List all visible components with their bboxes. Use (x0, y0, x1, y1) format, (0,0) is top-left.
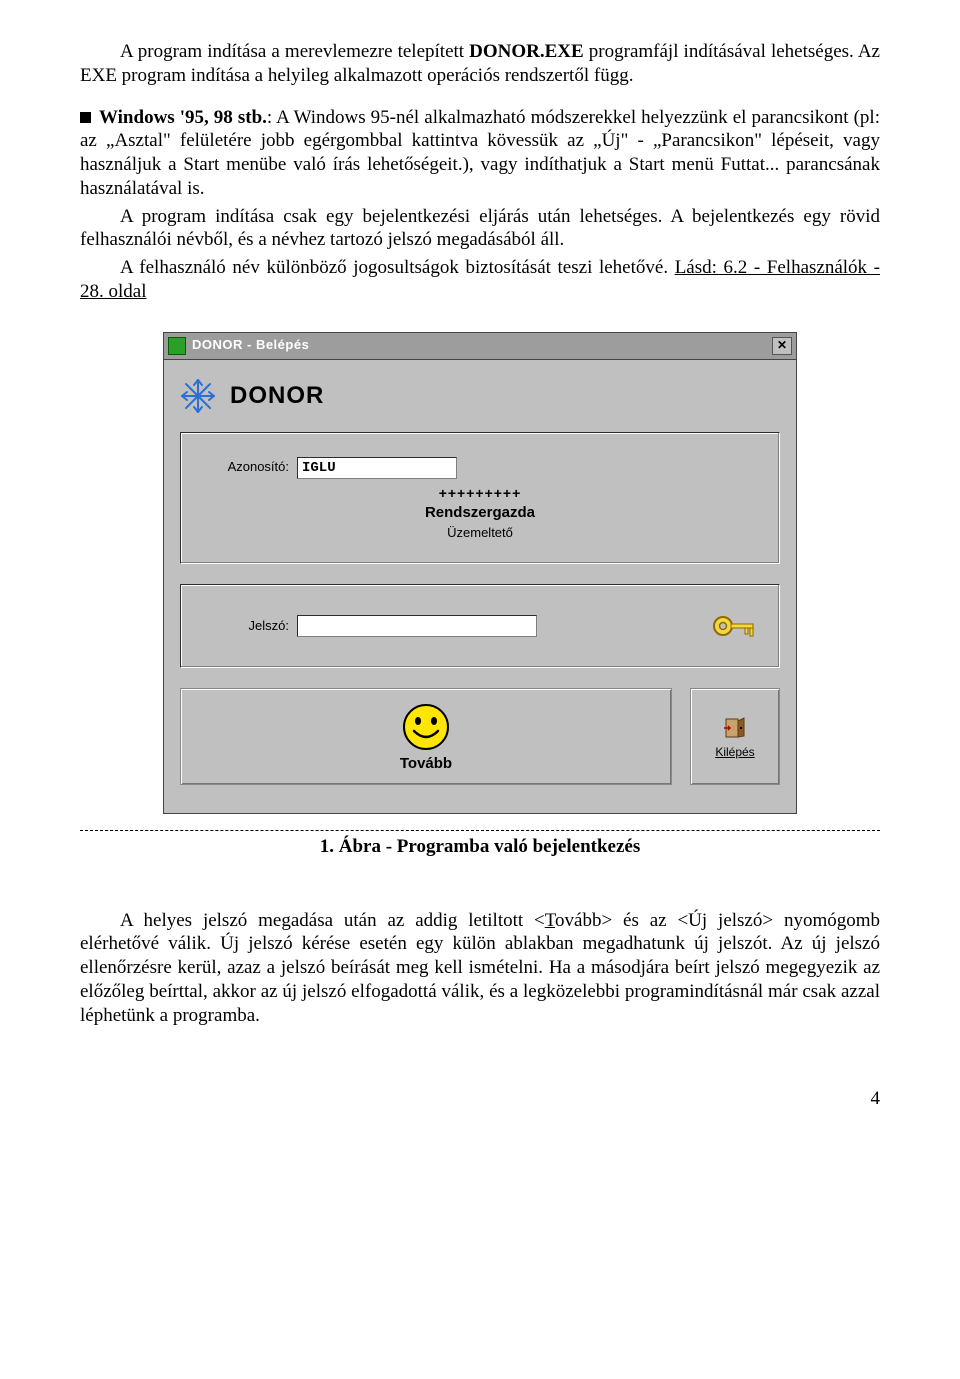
stars-decoration: +++++++++ (199, 485, 761, 503)
paragraph-login-needed: A program indítása csak egy bejelentkezé… (80, 205, 880, 253)
text: A program indítása a merevlemezre telepí… (120, 41, 469, 62)
button-row: Tovább Kilépés (180, 688, 780, 785)
snowflake-icon (180, 378, 216, 414)
paragraph-after-figure: A helyes jelszó megadása után az addig l… (80, 909, 880, 1028)
dialog-header: DONOR (180, 378, 780, 414)
key-icon (711, 610, 757, 642)
login-dialog: DONOR - Belépés ✕ (163, 332, 797, 814)
intro-paragraph-1: A program indítása a merevlemezre telepí… (80, 40, 880, 88)
bullet-windows: Windows '95, 98 stb.: A Windows 95-nél a… (80, 106, 880, 201)
window-system-icon (168, 337, 186, 355)
group-azonosito: Azonosító: +++++++++ Rendszergazda Üzeme… (180, 432, 780, 565)
azonosito-input[interactable] (297, 457, 457, 479)
group-jelszo: Jelszó: (180, 584, 780, 668)
role-sub: Üzemeltető (199, 525, 761, 541)
close-icon: ✕ (777, 338, 787, 353)
titlebar-left: DONOR - Belépés (168, 337, 309, 355)
jelszo-label: Jelszó: (199, 618, 289, 634)
jelszo-row: Jelszó: (199, 615, 761, 637)
tovabb-hotkey-underline: T (545, 910, 555, 931)
kilepes-button[interactable]: Kilépés (690, 688, 780, 785)
role-main: Rendszergazda (199, 504, 761, 523)
window-title: DONOR - Belépés (192, 337, 309, 353)
page-number: 4 (80, 1087, 880, 1111)
text: A felhasználó név különböző jogosultságo… (120, 257, 675, 278)
donor-exe-name: DONOR.EXE (469, 41, 584, 62)
jelszo-input[interactable] (297, 615, 537, 637)
tovabb-button[interactable]: Tovább (180, 688, 672, 785)
bullet-title: Windows '95, 98 stb. (99, 107, 267, 128)
azonosito-row: Azonosító: (199, 457, 761, 479)
tovabb-label: Tovább (400, 755, 452, 774)
kilepes-label: Kilépés (715, 745, 754, 760)
app-title: DONOR (230, 381, 324, 411)
smiley-icon (402, 703, 450, 751)
bullet-square-icon (80, 112, 91, 123)
azonosito-label: Azonosító: (199, 459, 289, 475)
figure-caption: 1. Ábra - Programba való bejelentkezés (80, 835, 880, 859)
kilepes-rest: ilépés (723, 745, 754, 759)
close-button[interactable]: ✕ (772, 337, 792, 355)
titlebar: DONOR - Belépés ✕ (163, 332, 797, 360)
jelszo-hotkey-underline: j (718, 910, 723, 931)
dialog-body: DONOR Azonosító: +++++++++ Rendszergazda… (163, 360, 797, 814)
exit-door-icon (724, 717, 746, 739)
dashed-separator (80, 830, 880, 831)
paragraph-privileges: A felhasználó név különböző jogosultságo… (80, 256, 880, 304)
